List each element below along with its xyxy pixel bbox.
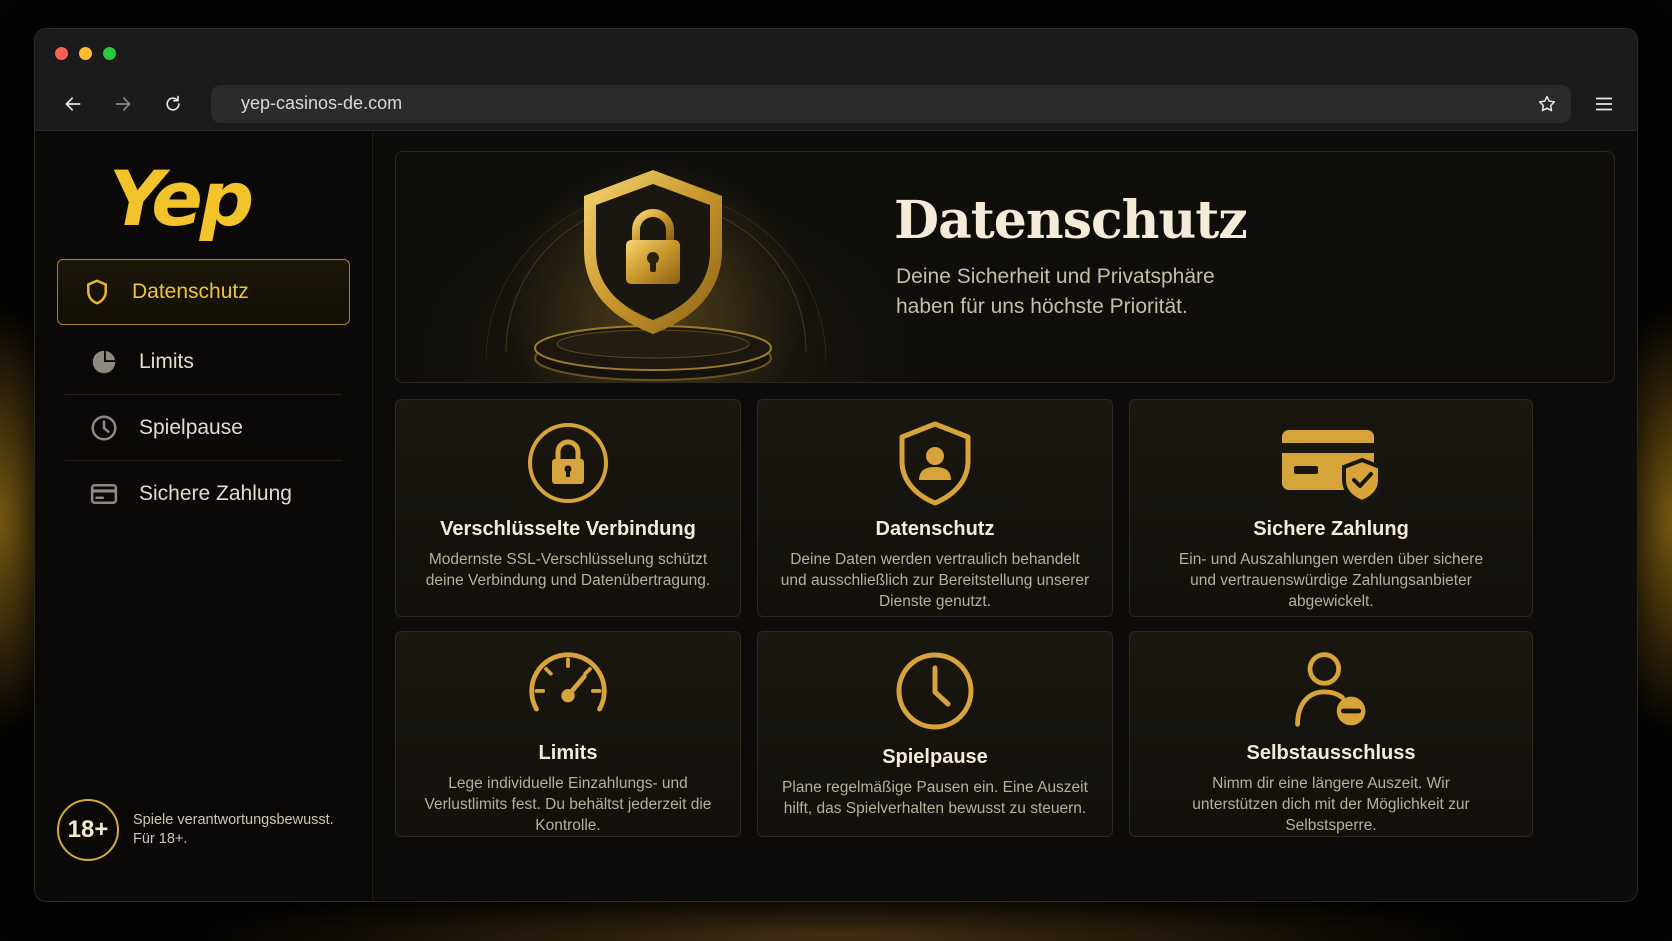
hero-banner: Datenschutz Deine Sicherheit und Privats… <box>395 151 1615 383</box>
shield-icon <box>87 279 107 305</box>
maximize-window-button[interactable] <box>103 46 116 60</box>
card-title: Spielpause <box>882 746 988 768</box>
card-description: Modernste SSL-Verschlüsselung schützt de… <box>425 551 711 589</box>
shield-user-icon <box>899 421 971 506</box>
card-description: Nimm dir eine längere Auszeit. Wir unter… <box>1192 775 1470 834</box>
card-title: Selbstausschluss <box>1246 742 1416 764</box>
hamburger-menu-icon <box>1595 97 1613 110</box>
close-window-button[interactable] <box>55 46 68 60</box>
shield-lock-illustration <box>486 152 826 382</box>
minimize-window-button[interactable] <box>79 46 92 60</box>
sidebar-item-datenschutz[interactable]: Datenschutz <box>57 259 350 325</box>
gauge-icon <box>529 652 607 712</box>
sidebar-item-spielpause[interactable]: Spielpause <box>65 395 342 461</box>
card-description: Plane regelmäßige Pausen ein. Eine Ausze… <box>782 779 1088 817</box>
card-title: Verschlüsselte Verbindung <box>440 518 696 540</box>
arrow-left-icon <box>65 96 81 111</box>
main-content: Datenschutz Deine Sicherheit und Privats… <box>373 131 1637 901</box>
clock-icon <box>896 652 974 730</box>
card-limits: Limits Lege individuelle Einzahlungs- un… <box>395 631 741 837</box>
forward-button[interactable] <box>105 86 141 122</box>
sidebar-item-limits[interactable]: Limits <box>65 329 342 395</box>
bookmark-star-icon[interactable] <box>1537 94 1557 114</box>
reload-icon <box>166 95 180 111</box>
card-selbstausschluss: Selbstausschluss Nimm dir eine längere A… <box>1129 631 1533 837</box>
age-text: Spiele verantwortungsbewusst. Für 18+. <box>133 812 334 847</box>
arrow-right-icon <box>115 96 131 111</box>
browser-window: yep-casinos-de.com Yep Datenschutz Limit… <box>34 28 1638 902</box>
sidebar-item-label: Sichere Zahlung <box>139 482 292 505</box>
hero-subtitle-line2: haben für uns höchste Priorität. <box>896 295 1188 318</box>
card-title: Limits <box>538 742 598 764</box>
back-button[interactable] <box>55 86 91 122</box>
sidebar-item-label: Datenschutz <box>132 280 249 303</box>
pie-chart-icon <box>92 350 116 373</box>
sidebar-item-label: Limits <box>139 349 194 373</box>
reload-button[interactable] <box>155 86 191 122</box>
lock-icon <box>528 423 608 503</box>
card-sichere-zahlung: Sichere Zahlung Ein- und Auszahlungen we… <box>1129 399 1533 617</box>
hero-subtitle-line1: Deine Sicherheit und Privatsphäre <box>896 265 1215 288</box>
credit-card-icon <box>90 484 118 504</box>
url-text: yep-casinos-de.com <box>241 93 403 113</box>
feature-grid: Verschlüsselte Verbindung Modernste SSL-… <box>395 399 1615 837</box>
responsible-gaming-notice: 18+ Spiele verantwortungsbewusst. Für 18… <box>57 799 343 861</box>
card-description: Deine Daten werden vertraulich behandelt… <box>780 551 1090 610</box>
clock-icon <box>91 415 117 440</box>
brand-logo[interactable]: Yep <box>57 149 350 259</box>
page-title: Datenschutz <box>894 190 1248 251</box>
card-description: Lege individuelle Einzahlungs- und Verlu… <box>424 775 712 834</box>
card-title: Sichere Zahlung <box>1253 518 1409 540</box>
card-datenschutz: Datenschutz Deine Daten werden vertrauli… <box>757 399 1113 617</box>
age-badge: 18+ <box>57 799 119 861</box>
title-bar <box>35 29 1637 77</box>
card-title: Datenschutz <box>875 518 995 540</box>
user-minus-icon <box>1295 652 1366 727</box>
card-shield-icon <box>1282 430 1382 505</box>
card-verschluesselte-verbindung: Verschlüsselte Verbindung Modernste SSL-… <box>395 399 741 617</box>
card-spielpause: Spielpause Plane regelmäßige Pausen ein.… <box>757 631 1113 837</box>
address-bar[interactable]: yep-casinos-de.com <box>211 84 1571 123</box>
hero-subtitle: Deine Sicherheit und Privatsphäre haben … <box>896 262 1256 322</box>
browser-menu-button[interactable] <box>1591 91 1617 117</box>
sidebar-item-label: Spielpause <box>139 415 243 439</box>
sidebar: Yep Datenschutz Limits Spielpause Sicher… <box>35 131 373 901</box>
browser-toolbar: yep-casinos-de.com <box>35 77 1637 131</box>
card-description: Ein- und Auszahlungen werden über sicher… <box>1178 551 1484 610</box>
sidebar-item-sichere-zahlung[interactable]: Sichere Zahlung <box>65 461 342 527</box>
